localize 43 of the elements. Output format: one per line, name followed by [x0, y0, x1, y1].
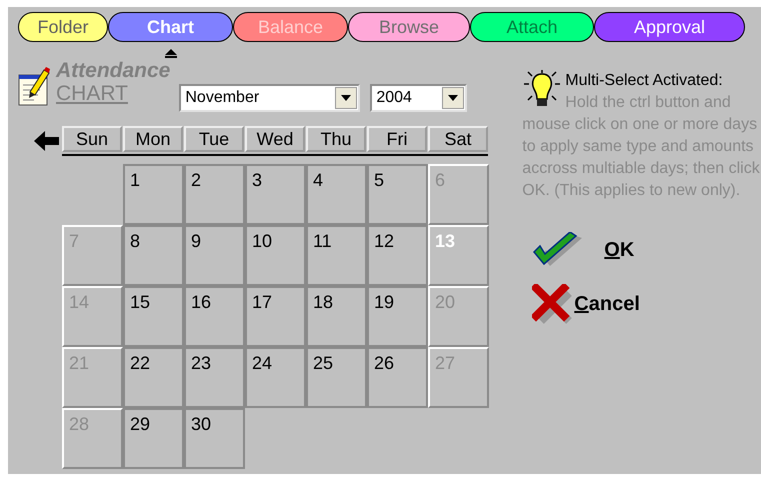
- weekday-header: Wed: [245, 126, 305, 152]
- tab[interactable]: Approval: [594, 12, 745, 42]
- day-cell[interactable]: 16: [184, 286, 245, 347]
- tab[interactable]: Folder: [18, 12, 108, 42]
- day-cell[interactable]: 9: [184, 225, 245, 286]
- day-cell[interactable]: 15: [123, 286, 184, 347]
- day-cell[interactable]: 22: [123, 347, 184, 408]
- day-cell[interactable]: 12: [367, 225, 428, 286]
- cancel-button[interactable]: Cancel: [532, 284, 640, 324]
- selected-tab-marker-icon: [164, 49, 176, 58]
- day-cell[interactable]: 18: [306, 286, 367, 347]
- checkmark-icon: [532, 232, 584, 268]
- year-dropdown[interactable]: 2004: [370, 84, 468, 112]
- title-text: Attendance: [56, 60, 170, 82]
- day-cell[interactable]: 25: [306, 347, 367, 408]
- day-cell[interactable]: 11: [306, 225, 367, 286]
- left-arrow-icon[interactable]: [34, 131, 60, 151]
- day-cell[interactable]: 4: [306, 164, 367, 225]
- day-cell[interactable]: 23: [184, 347, 245, 408]
- day-cell[interactable]: 24: [245, 347, 306, 408]
- month-dropdown[interactable]: November: [179, 84, 360, 112]
- day-cell[interactable]: 19: [367, 286, 428, 347]
- ok-button[interactable]: OK: [532, 230, 634, 270]
- day-cell[interactable]: 26: [367, 347, 428, 408]
- subtitle-text: CHART: [56, 82, 129, 106]
- day-cell[interactable]: 8: [123, 225, 184, 286]
- weekday-header: Mon: [123, 126, 183, 152]
- day-cell[interactable]: 3: [245, 164, 306, 225]
- weekday-header: Tue: [184, 126, 244, 152]
- weekday-header: Fri: [367, 126, 427, 152]
- day-cell[interactable]: 2: [184, 164, 245, 225]
- weekday-header: Sun: [62, 126, 122, 152]
- tab[interactable]: Attach: [470, 12, 594, 42]
- help-title: Multi-Select Activated:: [565, 71, 724, 91]
- day-cell[interactable]: 29: [123, 408, 184, 469]
- day-cell[interactable]: 30: [184, 408, 245, 469]
- weekday-header: Sat: [428, 126, 488, 152]
- cross-icon: [532, 284, 572, 324]
- day-cell[interactable]: 10: [245, 225, 306, 286]
- weekday-header: Thu: [306, 126, 366, 152]
- day-cell[interactable]: 1: [123, 164, 184, 225]
- day-cell[interactable]: 17: [245, 286, 306, 347]
- day-cell[interactable]: 5: [367, 164, 428, 225]
